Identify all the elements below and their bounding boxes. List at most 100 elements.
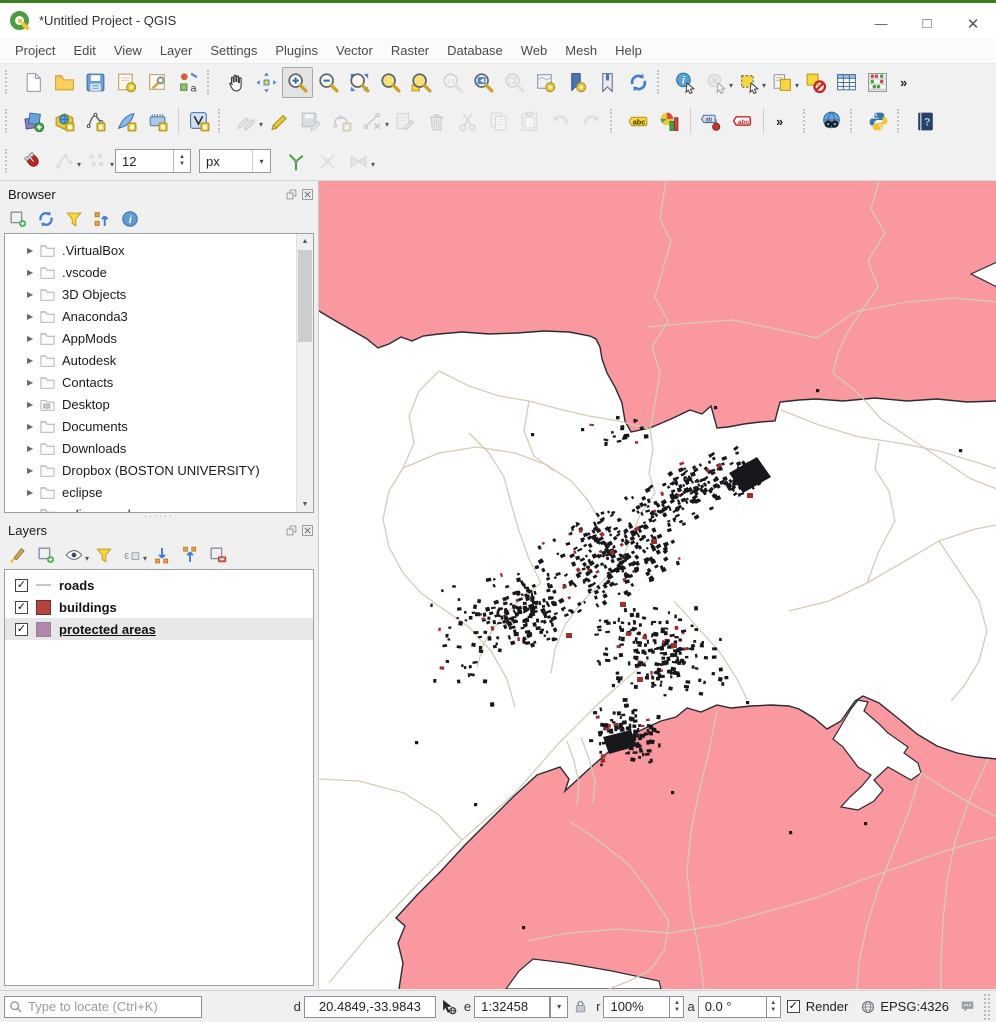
new-virtual-layer-button[interactable] (184, 106, 215, 137)
map-canvas[interactable] (318, 181, 996, 989)
new-temporary-scratch-layer-button[interactable] (142, 106, 173, 137)
browser-item-3d-objects[interactable]: ▶3D Objects (5, 283, 313, 305)
expand-arrow-icon[interactable]: ▶ (27, 334, 39, 343)
browser-item-autodesk[interactable]: ▶Autodesk (5, 349, 313, 371)
toolbar-overflow-2-button[interactable]: » (769, 106, 800, 137)
browser-item--virtualbox[interactable]: ▶.VirtualBox (5, 239, 313, 261)
minimize-button[interactable]: — (858, 6, 904, 41)
menu-item-settings[interactable]: Settings (201, 40, 266, 61)
refresh-map-button[interactable] (623, 67, 654, 98)
expand-arrow-icon[interactable]: ▶ (27, 268, 39, 277)
expand-arrow-icon[interactable]: ▶ (27, 356, 39, 365)
toggle-editing-button[interactable] (264, 106, 295, 137)
browser-item-downloads[interactable]: ▶Downloads (5, 437, 313, 459)
browser-item-eclipse[interactable]: ▶eclipse (5, 481, 313, 503)
refresh-browser-button[interactable] (32, 206, 60, 233)
toolbar-overflow-button[interactable]: » (893, 67, 924, 98)
manage-map-themes-button[interactable] (60, 542, 88, 569)
topological-editing-button[interactable] (281, 146, 312, 177)
expand-arrow-icon[interactable]: ▶ (27, 466, 39, 475)
scale-combo-dropdown[interactable]: ▾ (550, 996, 568, 1018)
expand-all-layers-button[interactable] (148, 542, 176, 569)
menu-item-raster[interactable]: Raster (382, 40, 438, 61)
menu-item-view[interactable]: View (105, 40, 151, 61)
menu-item-edit[interactable]: Edit (64, 40, 104, 61)
close-panel-icon[interactable] (301, 524, 314, 537)
tolerance-spin-arrows[interactable]: ▲▼ (173, 150, 190, 172)
project-open-button[interactable] (49, 67, 80, 98)
resize-grip[interactable] (982, 994, 992, 1020)
expand-arrow-icon[interactable]: ▶ (27, 290, 39, 299)
browser-properties-button[interactable]: i (116, 206, 144, 233)
zoom-in-button[interactable] (282, 67, 313, 98)
pan-map-button[interactable] (220, 67, 251, 98)
metasearch-button[interactable] (816, 106, 847, 137)
browser-item-dropbox-boston-university-[interactable]: ▶Dropbox (BOSTON UNIVERSITY) (5, 459, 313, 481)
add-group-button[interactable] (32, 542, 60, 569)
layer-labeling-options-button[interactable]: abc (623, 106, 654, 137)
snapping-tolerance-spinbox[interactable]: 12▲▼ (115, 149, 191, 173)
layer-visibility-checkbox[interactable]: ✓ (15, 623, 28, 636)
remove-layer-button[interactable] (204, 542, 232, 569)
help-contents-button[interactable]: ? (910, 106, 941, 137)
layer-row-roads[interactable]: ✓roads (5, 574, 313, 596)
new-shapefile-layer-button[interactable] (80, 106, 111, 137)
statistical-summary-button[interactable] (862, 67, 893, 98)
units-dropdown-icon[interactable]: ▾ (252, 150, 270, 172)
float-panel-icon[interactable] (285, 524, 298, 537)
identify-features-button[interactable]: i (670, 67, 701, 98)
close-panel-icon[interactable] (301, 188, 314, 201)
expand-arrow-icon[interactable]: ▶ (27, 422, 39, 431)
new-spatialite-layer-button[interactable] (111, 106, 142, 137)
render-checkbox-box[interactable]: ✓ (787, 1000, 800, 1013)
collapse-all-layers-button[interactable] (176, 542, 204, 569)
magnifier-spinbox[interactable]: 100% ▲▼ (603, 996, 684, 1018)
open-attribute-table-button[interactable] (831, 67, 862, 98)
expand-arrow-icon[interactable]: ▶ (27, 488, 39, 497)
expand-arrow-icon[interactable]: ▶ (27, 246, 39, 255)
extent-toggle-icon[interactable] (440, 998, 457, 1015)
menu-item-database[interactable]: Database (438, 40, 512, 61)
zoom-to-layer-button[interactable] (406, 67, 437, 98)
expand-arrow-icon[interactable]: ▶ (27, 312, 39, 321)
project-new-button[interactable] (18, 67, 49, 98)
rotation-spinbox[interactable]: 0.0 ° ▲▼ (698, 996, 781, 1018)
browser-item-desktop[interactable]: ▶Desktop (5, 393, 313, 415)
zoom-full-extent-button[interactable] (344, 67, 375, 98)
coordinate-input[interactable]: 20.4849,-33.9843 (304, 996, 436, 1018)
menu-item-web[interactable]: Web (512, 40, 557, 61)
layer-diagram-options-button[interactable] (654, 106, 685, 137)
select-by-value-button[interactable] (767, 67, 798, 98)
browser-item-anaconda3[interactable]: ▶Anaconda3 (5, 305, 313, 327)
select-features-button[interactable] (734, 67, 765, 98)
open-layer-styling-button[interactable] (4, 542, 32, 569)
browser-item-appmods[interactable]: ▶AppMods (5, 327, 313, 349)
new-map-view-button[interactable] (530, 67, 561, 98)
layer-visibility-checkbox[interactable]: ✓ (15, 601, 28, 614)
layer-visibility-checkbox[interactable]: ✓ (15, 579, 28, 592)
add-selected-layers-button[interactable] (4, 206, 32, 233)
browser-item-contacts[interactable]: ▶Contacts (5, 371, 313, 393)
data-source-manager-button[interactable] (18, 106, 49, 137)
new-spatial-bookmark-button[interactable] (561, 67, 592, 98)
menu-item-help[interactable]: Help (606, 40, 651, 61)
layer-row-protected-areas[interactable]: ✓protected areas (5, 618, 313, 640)
style-manager-button[interactable]: a (173, 67, 204, 98)
snapping-units-combo[interactable]: px▾ (199, 149, 271, 173)
lock-scale-icon[interactable] (572, 998, 589, 1015)
menu-item-project[interactable]: Project (6, 40, 64, 61)
select-features-dropdown[interactable]: ▾ (762, 81, 766, 90)
python-console-button[interactable] (863, 106, 894, 137)
filter-browser-button[interactable] (60, 206, 88, 233)
expand-arrow-icon[interactable]: ▶ (27, 378, 39, 387)
scrollbar-thumb[interactable] (298, 250, 312, 342)
enable-snapping-button[interactable] (18, 146, 49, 177)
browser-scrollbar[interactable]: ▲ ▼ (296, 234, 313, 512)
browser-item-documents[interactable]: ▶Documents (5, 415, 313, 437)
show-layout-manager-button[interactable] (142, 67, 173, 98)
zoom-to-selection-button[interactable] (375, 67, 406, 98)
render-checkbox[interactable]: ✓ Render (787, 999, 849, 1014)
scroll-up-icon[interactable]: ▲ (297, 234, 313, 249)
scroll-down-icon[interactable]: ▼ (297, 497, 313, 512)
menu-item-plugins[interactable]: Plugins (266, 40, 327, 61)
